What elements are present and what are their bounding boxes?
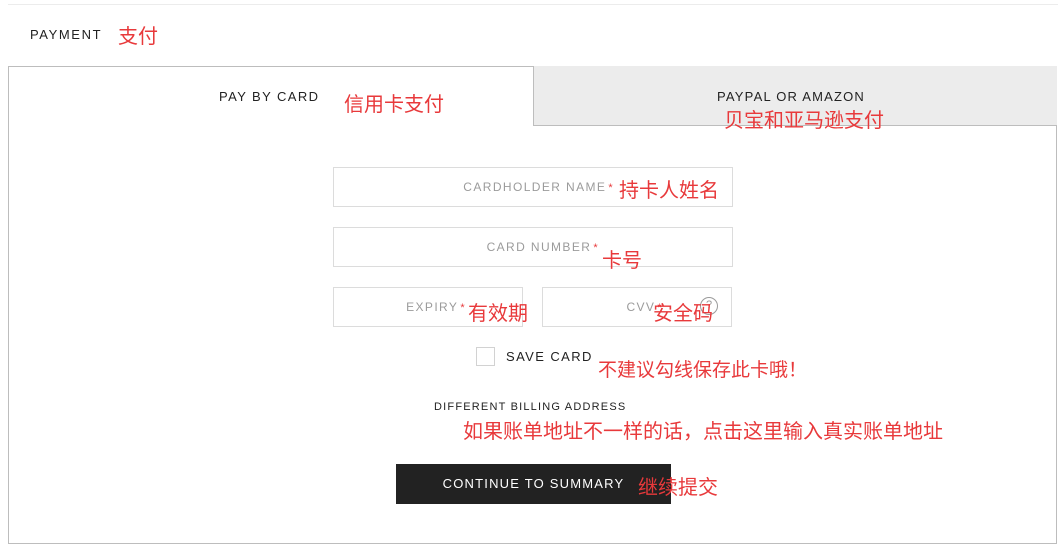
annotation-payment: 支付 xyxy=(118,24,158,48)
annotation-paypal-amazon: 贝宝和亚马逊支付 xyxy=(724,108,884,132)
different-billing-address-link[interactable]: DIFFERENT BILLING ADDRESS xyxy=(434,401,626,413)
continue-to-summary-button[interactable]: CONTINUE TO SUMMARY xyxy=(396,464,671,504)
cardholder-name-placeholder: CARDHOLDER NAME * xyxy=(463,180,614,194)
annotation-cvv: 安全码 xyxy=(653,301,713,325)
annotation-billing: 如果账单地址不一样的话，点击这里输入真实账单地址 xyxy=(463,419,943,443)
required-mark: * xyxy=(608,182,614,194)
save-card-label[interactable]: SAVE CARD xyxy=(506,349,593,364)
required-mark: * xyxy=(460,302,466,314)
section-title: PAYMENT xyxy=(30,27,103,42)
annotation-expiry: 有效期 xyxy=(468,301,528,325)
annotation-save-card: 不建议勾线保存此卡哦！ xyxy=(598,359,808,381)
tab-pay-by-card-label[interactable]: PAY BY CARD xyxy=(219,89,319,104)
annotation-card-number: 卡号 xyxy=(602,248,642,272)
annotation-pay-by-card: 信用卡支付 xyxy=(344,92,444,116)
required-mark: * xyxy=(593,242,599,254)
save-card-checkbox[interactable] xyxy=(476,347,495,366)
tab-paypal-amazon-label[interactable]: PAYPAL OR AMAZON xyxy=(717,89,865,104)
top-divider xyxy=(8,4,1058,5)
annotation-cardholder-name: 持卡人姓名 xyxy=(619,178,719,202)
annotation-continue: 继续提交 xyxy=(638,475,718,499)
card-number-placeholder: CARD NUMBER * xyxy=(486,240,599,254)
expiry-placeholder: EXPIRY * xyxy=(406,300,466,314)
card-number-field[interactable]: CARD NUMBER * xyxy=(333,227,733,267)
